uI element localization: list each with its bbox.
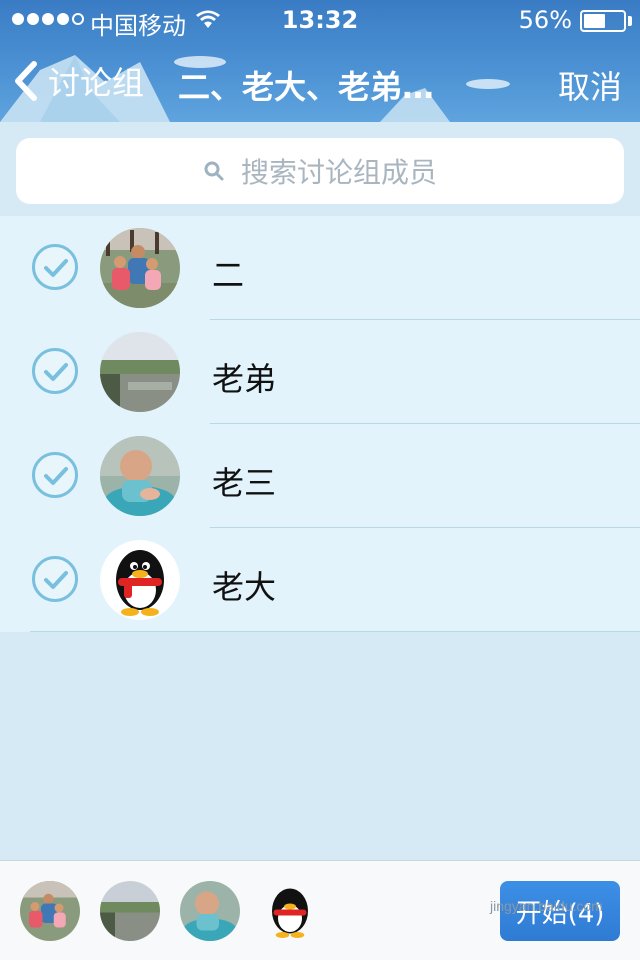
avatar bbox=[100, 228, 180, 308]
battery-percent: 56% bbox=[518, 6, 572, 34]
search-icon bbox=[204, 161, 224, 181]
member-name: 二 bbox=[212, 256, 245, 294]
page-title: 二、老大、老弟… bbox=[178, 68, 435, 106]
cancel-button[interactable]: 取消 bbox=[558, 62, 622, 108]
member-row[interactable]: 老大 bbox=[0, 528, 640, 632]
member-name: 老弟 bbox=[212, 360, 277, 398]
selected-avatar[interactable] bbox=[20, 881, 80, 941]
avatar bbox=[100, 332, 180, 412]
avatar bbox=[100, 436, 180, 516]
checkbox-checked-icon[interactable] bbox=[32, 556, 78, 602]
checkbox-checked-icon[interactable] bbox=[32, 452, 78, 498]
selected-avatar[interactable] bbox=[260, 881, 320, 941]
member-name: 老三 bbox=[212, 464, 277, 502]
back-button[interactable]: 讨论组 bbox=[8, 58, 144, 104]
status-bar: 中国移动 13:32 56% bbox=[0, 0, 640, 40]
header: 中国移动 13:32 56% 讨论组 二、老大、老弟… 取消 bbox=[0, 0, 640, 122]
selected-avatar[interactable] bbox=[180, 881, 240, 941]
member-name: 老大 bbox=[212, 568, 277, 606]
checkbox-checked-icon[interactable] bbox=[32, 348, 78, 394]
checkbox-checked-icon[interactable] bbox=[32, 244, 78, 290]
member-row[interactable]: 老弟 bbox=[0, 320, 640, 424]
chevron-left-icon bbox=[15, 61, 37, 101]
navigation-bar: 讨论组 二、老大、老弟… 取消 bbox=[0, 40, 640, 122]
selected-avatar[interactable] bbox=[100, 881, 160, 941]
member-row[interactable]: 二 bbox=[0, 216, 640, 320]
member-list: 二 老弟 老三 老大 bbox=[0, 216, 640, 632]
search-area: 搜索讨论组成员 bbox=[0, 122, 640, 216]
qq-penguin-avatar bbox=[100, 540, 180, 620]
watermark: jingyan.baidu.com bbox=[490, 898, 603, 914]
back-label: 讨论组 bbox=[48, 64, 145, 102]
search-placeholder: 搜索讨论组成员 bbox=[240, 156, 437, 189]
search-input[interactable]: 搜索讨论组成员 bbox=[16, 138, 624, 204]
battery-icon bbox=[580, 10, 626, 32]
member-row[interactable]: 老三 bbox=[0, 424, 640, 528]
